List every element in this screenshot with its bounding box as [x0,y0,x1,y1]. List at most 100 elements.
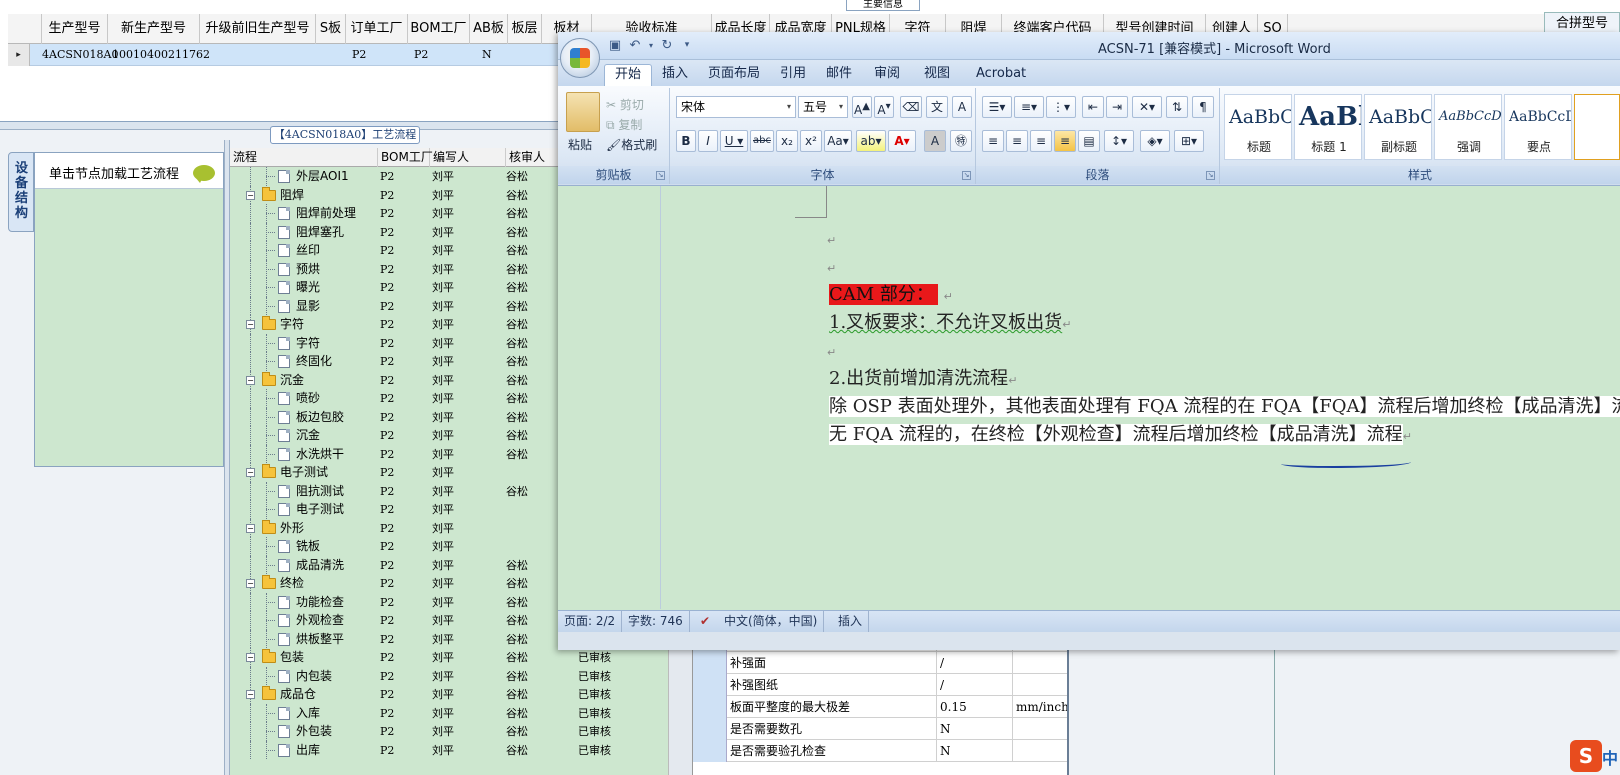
tree-row[interactable]: − 包装 P2 刘平 谷松 已审核 [230,648,668,667]
property-row[interactable]: 是否需要验孔检查NY [693,740,1117,762]
shrink-font-icon[interactable]: A▾ [874,96,894,118]
col-s-board[interactable]: S板 [316,14,346,44]
word-titlebar[interactable]: ▣ ↶ ▾ ↻ ▾ ACSN-71 [兼容模式] - Microsoft Wor… [558,32,1620,60]
font-name-combo[interactable]: 宋体 ▾ [676,96,796,118]
strikethrough-icon[interactable]: abc [750,130,774,152]
chat-bubble-icon[interactable] [193,165,215,183]
save-icon[interactable]: ▣ [606,37,624,54]
col-layers[interactable]: 板层 [508,14,542,44]
subscript-icon[interactable]: x₂ [776,130,798,152]
doc-line-3[interactable]: 除 OSP 表面处理外，其他表面处理有 FQA 流程的在 FQA【FQA】流程后… [829,394,1620,422]
style-emphasis[interactable]: AaBbCcD 强调 [1434,94,1502,160]
col-flow[interactable]: 流程 [230,148,378,167]
clipboard-launcher-icon[interactable]: ↘ [656,171,665,180]
italic-icon[interactable]: I [698,130,718,152]
decrease-indent-icon[interactable]: ⇤ [1082,96,1104,118]
align-center-icon[interactable]: ≡ [1006,130,1028,152]
shading-icon[interactable]: ◈▾ [1140,130,1170,152]
tab-review[interactable]: 审阅 [864,64,910,86]
col-prod-model[interactable]: 生产型号 [42,14,108,44]
paste-icon[interactable] [566,92,600,132]
tree-row[interactable]: − 成品仓 P2 刘平 谷松 已审核 [230,685,668,704]
document-page[interactable]: ↵ ↵ CAM 部分： ↵ 1.叉板要求：不允许叉板出货↵ ↵ 2.出货前增加清… [660,186,1620,609]
grow-font-icon[interactable]: A▲ [852,96,872,118]
row-header[interactable] [693,718,727,740]
property-row[interactable]: 板面平整度的最大极差0.15mm/inchY [693,696,1117,718]
tree-row[interactable]: 内包装 P2 刘平 谷松 已审核 [230,666,668,686]
collapse-icon[interactable]: − [246,653,255,662]
cell-bom-factory[interactable]: P2 [414,44,428,66]
grid-scroll-area[interactable] [668,630,692,775]
office-button-icon[interactable] [560,38,600,78]
proofing-icon[interactable]: ✔ [694,611,716,633]
cell-prod-model[interactable]: 4ACSN018A0 [42,44,118,66]
tab-mailings[interactable]: 邮件 [816,64,862,86]
tab-insert[interactable]: 插入 [652,64,698,86]
col-bom[interactable]: BOM工厂 [378,148,433,167]
cut-button[interactable]: ✂ 剪切 [606,96,644,113]
cell-order-factory[interactable]: P2 [352,44,366,66]
tab-references[interactable]: 引用 [770,64,816,86]
collapse-icon[interactable]: − [246,190,255,200]
tree-row[interactable]: 入库 P2 刘平 谷松 已审核 [230,703,668,723]
bullets-icon[interactable]: ☰▾ [982,96,1012,118]
doc-line-1[interactable]: 1.叉板要求：不允许叉板出货↵ [829,310,1071,338]
sort-icon[interactable]: ⇅ [1166,96,1188,118]
bold-icon[interactable]: B [676,130,696,152]
chinese-layout-icon[interactable]: ✕▾ [1132,96,1162,118]
row-header[interactable] [693,740,727,762]
doc-line-4[interactable]: 无 FQA 流程的，在终检【外观检查】流程后增加终检【成品清洗】流程↵ [829,422,1412,450]
phonetic-guide-icon[interactable]: 文 [926,96,948,118]
col-bom-factory[interactable]: BOM工厂 [408,14,470,44]
collapse-icon[interactable]: − [246,579,255,588]
collapse-icon[interactable]: − [246,320,255,329]
char-border-icon[interactable]: A [952,96,972,118]
tab-layout[interactable]: 页面布局 [698,64,770,86]
paste-button[interactable]: 粘贴 [568,136,592,153]
copy-button[interactable]: ⧉ 复制 [606,116,642,133]
distributed-icon[interactable]: ▤ [1078,130,1100,152]
status-mode[interactable]: 插入 [832,611,870,633]
show-marks-icon[interactable]: ¶ [1192,96,1214,118]
superscript-icon[interactable]: x² [800,130,822,152]
style-more[interactable] [1574,94,1620,160]
style-strong[interactable]: AaBbCcD 要点 [1504,94,1572,160]
doc-line-2[interactable]: 2.出货前增加清洗流程↵ [829,366,1017,394]
increase-indent-icon[interactable]: ⇥ [1106,96,1128,118]
font-size-combo[interactable]: 五号 ▾ [798,96,848,118]
style-title[interactable]: AaBbC 标题 [1224,94,1292,160]
enclose-char-icon[interactable]: ㊕ [950,130,972,152]
col-writer[interactable]: 编写人 [430,148,506,167]
collapse-icon[interactable]: − [246,468,255,477]
collapse-icon[interactable]: − [246,523,255,533]
document-area[interactable]: ↵ ↵ CAM 部分： ↵ 1.叉板要求：不允许叉板出货↵ ↵ 2.出货前增加清… [558,186,1620,609]
row-header[interactable] [693,696,727,718]
row-header[interactable] [693,674,727,696]
justify-icon[interactable]: ≡ [1054,130,1076,152]
col-new-model[interactable]: 新生产型号 [108,14,200,44]
style-heading1[interactable]: AaBl 标题 1 [1294,94,1362,160]
col-old-model[interactable]: 升级前旧生产型号 [200,14,316,44]
status-page[interactable]: 页面: 2/2 [558,611,623,633]
property-row[interactable]: 补强面/Y [693,652,1117,674]
row-header[interactable] [693,652,727,674]
format-painter-button[interactable]: 🖌格式刷 [606,136,657,153]
collapse-icon[interactable]: − [246,375,255,385]
paragraph-launcher-icon[interactable]: ↘ [1206,171,1215,180]
clear-format-icon[interactable]: ⌫ [900,96,922,118]
tree-row[interactable]: 出库 P2 刘平 谷松 已审核 [230,740,668,760]
property-row[interactable]: 补强图纸/Y [693,674,1117,696]
multilevel-list-icon[interactable]: ⋮▾ [1046,96,1076,118]
sogou-ime-icon[interactable]: S [1570,740,1602,772]
redo-icon[interactable]: ↻ [658,37,676,54]
tab-view[interactable]: 视图 [914,64,960,86]
tab-home[interactable]: 开始 [604,64,653,86]
status-language[interactable]: 中文(简体，中国) [718,611,825,633]
tab-acrobat[interactable]: Acrobat [966,64,1036,86]
cell-ab[interactable]: N [482,44,492,66]
property-row[interactable]: 是否需要数孔NY [693,718,1117,740]
col-ab-board[interactable]: AB板 [470,14,508,44]
font-launcher-icon[interactable]: ↘ [962,171,971,180]
equipment-structure-tab[interactable]: 设备结构 [8,152,34,232]
align-left-icon[interactable]: ≡ [982,130,1004,152]
